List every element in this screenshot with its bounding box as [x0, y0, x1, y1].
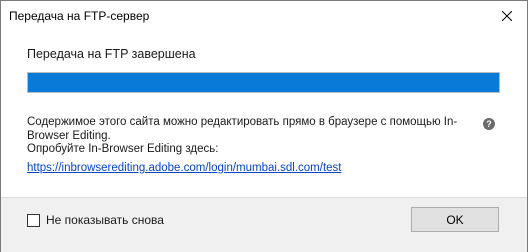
- ok-button[interactable]: OK: [411, 207, 499, 232]
- close-button[interactable]: [487, 1, 527, 31]
- dont-show-again-checkbox[interactable]: [27, 213, 40, 227]
- transfer-status-text: Передача на FTP завершена: [27, 47, 196, 61]
- in-browser-editing-description: Содержимое этого сайта можно редактирова…: [27, 116, 458, 142]
- in-browser-editing-link[interactable]: https://inbrowserediting.adobe.com/login…: [27, 162, 342, 174]
- title-bar: Передача на FTP-сервер: [1, 1, 527, 31]
- transfer-progress-bar: [27, 72, 500, 93]
- window-title: Передача на FTP-сервер: [9, 9, 150, 23]
- dont-show-again-row[interactable]: Не показывать снова: [27, 213, 164, 227]
- close-icon: [502, 11, 512, 21]
- ftp-dialog-window: Передача на FTP-сервер Передача на FTP з…: [0, 0, 528, 252]
- dialog-footer: Не показывать снова OK: [1, 197, 527, 252]
- help-icon[interactable]: ?: [483, 118, 495, 130]
- try-in-browser-editing-text: Опробуйте In-Browser Editing здесь:: [27, 143, 219, 155]
- dialog-content: Передача на FTP завершена Содержимое это…: [1, 31, 527, 197]
- dont-show-again-label[interactable]: Не показывать снова: [46, 213, 164, 227]
- progress-fill: [28, 73, 499, 92]
